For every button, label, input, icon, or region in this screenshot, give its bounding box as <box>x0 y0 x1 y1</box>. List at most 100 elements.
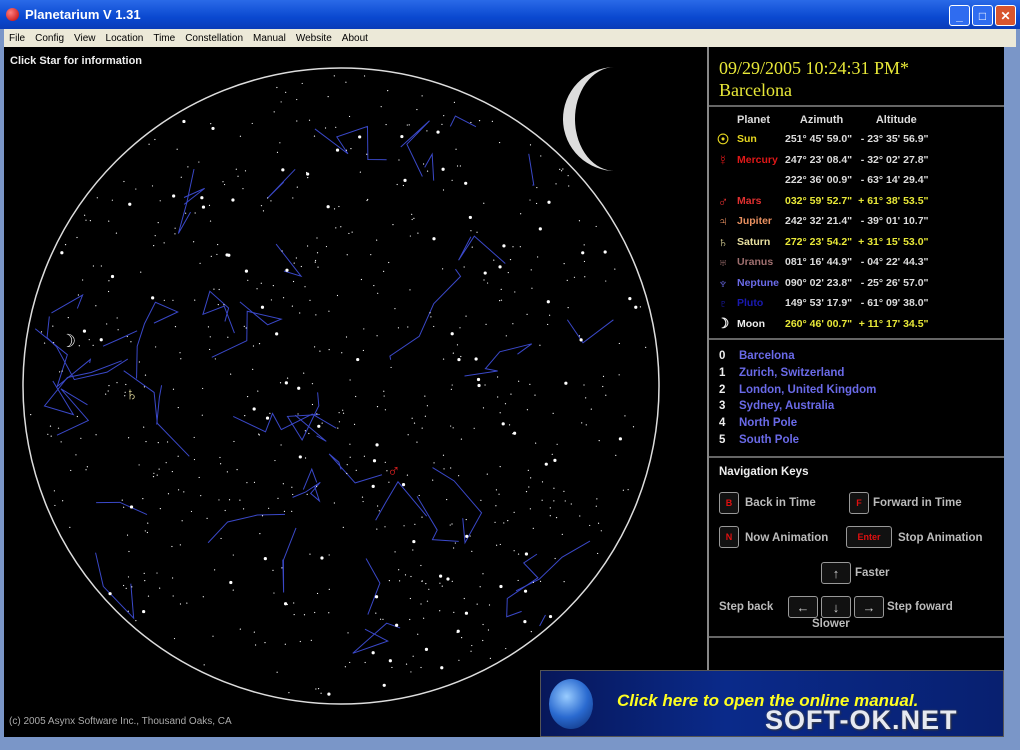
star[interactable] <box>517 579 519 582</box>
star[interactable] <box>328 554 330 556</box>
star[interactable] <box>509 258 512 261</box>
star[interactable] <box>298 455 302 459</box>
star[interactable] <box>116 317 118 319</box>
star[interactable] <box>84 214 86 216</box>
star[interactable] <box>548 614 553 619</box>
star[interactable] <box>217 304 219 306</box>
star[interactable] <box>181 520 183 522</box>
star[interactable] <box>85 469 87 471</box>
star[interactable] <box>535 442 537 444</box>
star[interactable] <box>276 151 279 153</box>
star[interactable] <box>436 130 440 134</box>
star[interactable] <box>549 314 551 316</box>
star[interactable] <box>349 379 351 381</box>
star[interactable] <box>130 341 132 343</box>
star[interactable] <box>363 328 365 330</box>
star[interactable] <box>485 323 487 325</box>
star[interactable] <box>172 194 176 198</box>
star[interactable] <box>470 121 472 124</box>
location-item[interactable]: 4 North Pole <box>719 415 994 432</box>
star[interactable] <box>537 256 539 258</box>
star[interactable] <box>270 200 272 202</box>
star[interactable] <box>532 581 535 583</box>
star[interactable] <box>306 245 309 247</box>
star[interactable] <box>57 427 60 429</box>
star[interactable] <box>602 375 605 377</box>
star[interactable] <box>505 647 507 650</box>
star[interactable] <box>370 254 372 256</box>
star[interactable] <box>476 231 478 233</box>
star[interactable] <box>483 271 487 275</box>
star[interactable] <box>186 602 188 604</box>
star[interactable] <box>99 338 103 342</box>
star[interactable] <box>202 387 204 390</box>
star[interactable] <box>174 227 176 229</box>
menu-time[interactable]: Time <box>148 33 180 44</box>
star[interactable] <box>476 377 481 382</box>
star[interactable] <box>247 279 249 281</box>
star[interactable] <box>439 574 443 578</box>
star[interactable] <box>64 244 67 246</box>
star[interactable] <box>420 666 422 669</box>
star[interactable] <box>441 123 443 125</box>
star[interactable] <box>477 383 481 388</box>
star[interactable] <box>512 246 514 248</box>
location-item[interactable]: 5 South Pole <box>719 432 994 449</box>
star[interactable] <box>230 373 232 375</box>
star[interactable] <box>618 374 620 376</box>
star[interactable] <box>388 580 390 582</box>
star[interactable] <box>443 468 445 470</box>
star[interactable] <box>319 350 321 352</box>
star[interactable] <box>566 279 568 281</box>
star[interactable] <box>232 589 234 591</box>
star[interactable] <box>220 537 222 540</box>
star[interactable] <box>453 547 455 549</box>
star[interactable] <box>605 280 607 282</box>
menu-manual[interactable]: Manual <box>248 33 291 44</box>
star[interactable] <box>52 342 55 344</box>
star[interactable] <box>105 393 107 395</box>
star[interactable] <box>180 358 182 360</box>
star[interactable] <box>465 315 467 317</box>
star[interactable] <box>463 597 465 600</box>
location-name[interactable]: Barcelona <box>739 350 795 362</box>
star[interactable] <box>237 175 239 177</box>
star[interactable] <box>282 297 285 299</box>
star[interactable] <box>450 332 454 336</box>
location-name[interactable]: London, United Kingdom <box>739 384 876 396</box>
star[interactable] <box>348 232 350 235</box>
star[interactable] <box>268 507 270 509</box>
star[interactable] <box>116 382 118 384</box>
star[interactable] <box>198 161 200 163</box>
star[interactable] <box>383 395 385 397</box>
star[interactable] <box>416 441 418 443</box>
star[interactable] <box>142 498 144 500</box>
star[interactable] <box>382 618 384 620</box>
star[interactable] <box>583 244 585 246</box>
star[interactable] <box>325 245 328 248</box>
star[interactable] <box>498 141 501 144</box>
star[interactable] <box>54 504 56 507</box>
star[interactable] <box>398 569 400 571</box>
star[interactable] <box>482 407 485 409</box>
star[interactable] <box>486 282 489 284</box>
star[interactable] <box>583 384 585 386</box>
star[interactable] <box>366 153 368 155</box>
key-f[interactable]: F <box>849 492 869 514</box>
key-n[interactable]: N <box>719 526 739 548</box>
star[interactable] <box>471 644 473 647</box>
star[interactable] <box>338 205 340 208</box>
star[interactable] <box>410 575 412 578</box>
star[interactable] <box>600 530 602 532</box>
star[interactable] <box>598 440 600 442</box>
star[interactable] <box>59 371 61 373</box>
star[interactable] <box>60 251 64 255</box>
star[interactable] <box>333 502 335 504</box>
star[interactable] <box>292 493 294 496</box>
star[interactable] <box>539 580 542 582</box>
star[interactable] <box>590 408 592 410</box>
star[interactable] <box>421 516 423 518</box>
star[interactable] <box>482 639 484 642</box>
star[interactable] <box>480 499 482 501</box>
star[interactable] <box>303 614 306 616</box>
